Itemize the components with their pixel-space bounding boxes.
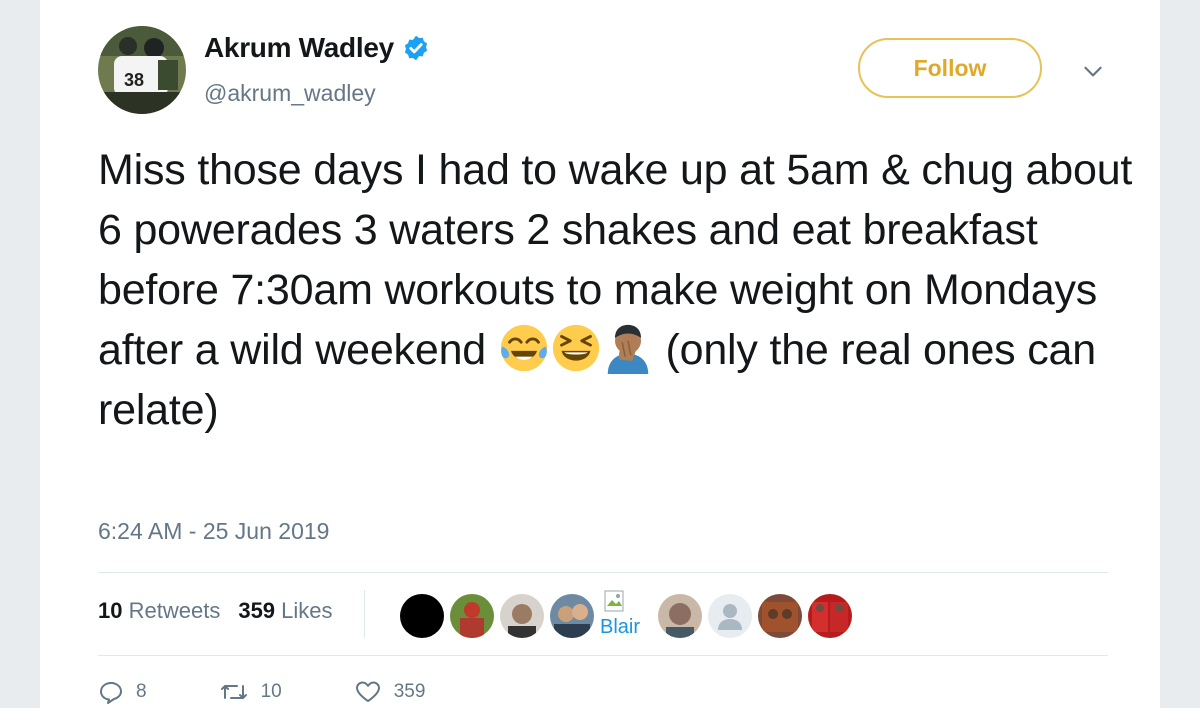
likes-stat[interactable]: 359 Likes [238, 598, 332, 624]
retweets-count: 10 [98, 598, 123, 623]
retweet-count: 10 [260, 681, 282, 702]
likes-count: 359 [238, 598, 276, 623]
football-player-avatar-icon: 38 [98, 26, 186, 114]
liker-avatar[interactable] [450, 594, 494, 638]
retweets-label: Retweets [128, 598, 221, 623]
author-handle[interactable]: @akrum_wadley [204, 80, 376, 107]
liker-avatar[interactable] [400, 594, 444, 638]
liker-avatar[interactable] [758, 594, 802, 638]
author-avatar[interactable]: 38 [98, 26, 186, 114]
heart-icon [355, 681, 380, 702]
broken-image-alt-text: Blair [600, 616, 641, 638]
stats-separator [364, 590, 365, 638]
retweets-stat[interactable]: 10 Retweets [98, 598, 220, 624]
person-photo-icon [666, 603, 694, 638]
broken-image-icon [604, 590, 624, 612]
tweet-card: 38 Akrum Wadley @akrum_wadley Follow Mis… [40, 0, 1160, 708]
author-name[interactable]: Akrum Wadley [204, 32, 394, 64]
person-photo-icon [508, 604, 536, 638]
author-name-row: Akrum Wadley [204, 32, 430, 64]
divider-bottom [98, 655, 1108, 656]
retweet-icon [220, 685, 247, 699]
likers-avatars: Blair [400, 590, 858, 642]
liker-avatar[interactable] [550, 594, 594, 638]
person-photo-icon [812, 602, 848, 632]
divider-top [98, 572, 1108, 573]
tweet-timestamp[interactable]: 6:24 AM - 25 Jun 2019 [98, 518, 329, 545]
reply-icon [100, 682, 122, 704]
liker-avatar-broken-image[interactable]: Blair [600, 590, 650, 642]
verified-badge-icon [404, 35, 427, 61]
reply-action[interactable]: 8 [98, 680, 147, 704]
follow-button[interactable]: Follow [858, 38, 1042, 98]
retweet-action[interactable]: 10 [219, 680, 282, 704]
svg-text:38: 38 [124, 70, 144, 90]
liker-avatar[interactable] [658, 594, 702, 638]
grinning-squinting-face-icon [552, 324, 599, 372]
engagement-stats: 10 Retweets 359 Likes [98, 598, 351, 624]
liker-avatar[interactable] [500, 594, 544, 638]
person-photo-icon [762, 602, 798, 632]
tweet-actions: 8 10 359 [98, 680, 497, 704]
liker-avatar[interactable] [808, 594, 852, 638]
likes-label: Likes [281, 598, 333, 623]
tweet-text: Miss those days I had to wake up at 5am … [98, 140, 1138, 440]
liker-avatar-default[interactable] [708, 594, 752, 638]
like-action[interactable]: 359 [354, 680, 426, 704]
face-with-tears-of-joy-icon [500, 324, 547, 372]
like-count: 359 [393, 681, 426, 702]
reply-count: 8 [136, 681, 147, 702]
person-photo-icon [460, 602, 484, 638]
person-photo-icon [554, 604, 590, 638]
default-profile-icon [718, 604, 742, 630]
person-facepalming-icon [607, 324, 648, 374]
chevron-down-icon[interactable] [1080, 58, 1106, 84]
